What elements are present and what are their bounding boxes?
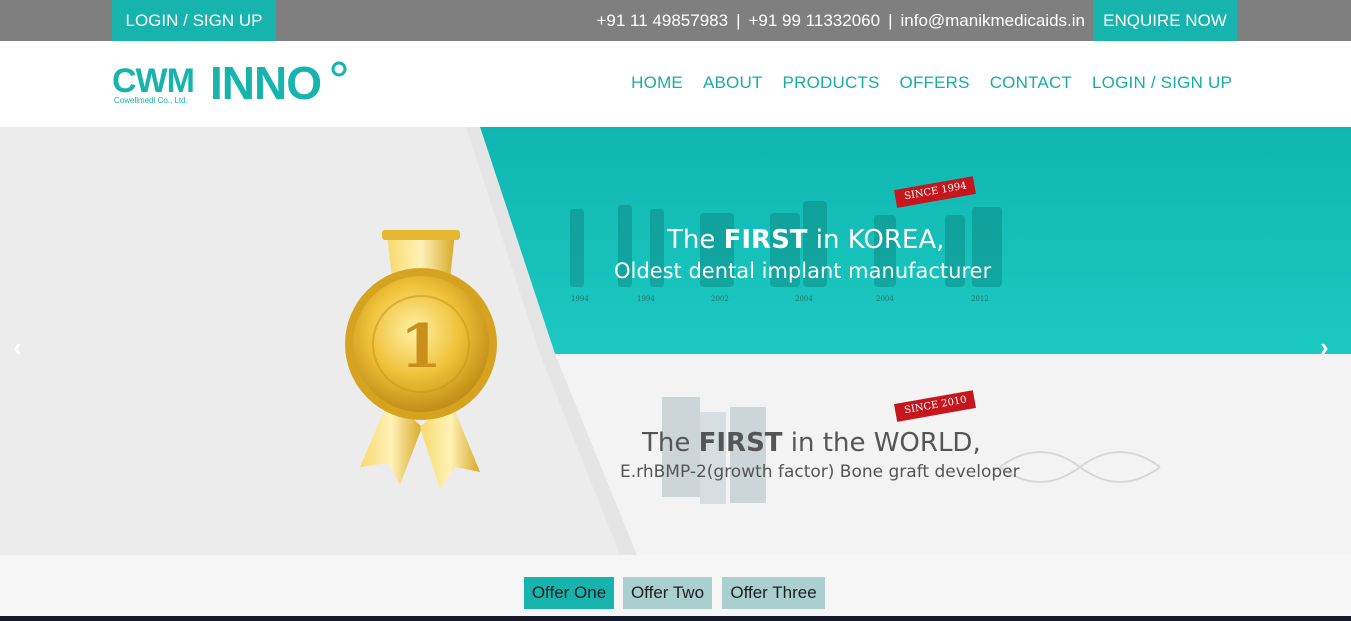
- headline-bold: FIRST: [723, 225, 808, 255]
- top-login-signup-button[interactable]: LOGIN / SIGN UP: [112, 0, 276, 41]
- separator: |: [736, 11, 741, 30]
- nav-offers[interactable]: OFFERS: [900, 73, 970, 93]
- headline-post: in the WORLD,: [782, 428, 981, 458]
- email-link[interactable]: info@manikmedicaids.in: [900, 11, 1085, 30]
- panel2-headline: The FIRST in the WORLD,: [642, 428, 981, 458]
- year-label: 1994: [637, 295, 655, 303]
- headline-bold: FIRST: [698, 428, 783, 458]
- nav-home[interactable]: HOME: [631, 73, 683, 93]
- top-bar: LOGIN / SIGN UP +91 11 49857983 | +91 99 1…: [0, 0, 1351, 41]
- year-label: 1994: [571, 295, 589, 303]
- nav-products[interactable]: PRODUCTS: [783, 73, 880, 93]
- year-label: 2012: [971, 295, 989, 303]
- cwm-inno-logo[interactable]: CWM Cowellmedi Co., Ltd. INNO: [112, 59, 352, 109]
- bottom-strip: [0, 616, 1351, 621]
- year-label: 2004: [795, 295, 813, 303]
- slider-next-arrow-icon[interactable]: ›: [1320, 332, 1329, 363]
- year-label: 2002: [711, 295, 729, 303]
- panel1-subheadline: Oldest dental implant manufacturer: [614, 259, 992, 283]
- nav-about[interactable]: ABOUT: [703, 73, 763, 93]
- logo-company-text: Cowellmedi Co., Ltd.: [114, 96, 188, 105]
- panel2-subheadline: E.rhBMP-2(growth factor) Bone graft deve…: [620, 462, 1020, 482]
- year-label: 2004: [876, 295, 894, 303]
- logo-cwm-text: CWM: [112, 62, 194, 100]
- enquire-now-button[interactable]: ENQUIRE NOW: [1093, 0, 1237, 41]
- slider-prev-arrow-icon[interactable]: ‹: [13, 332, 22, 363]
- panel1-headline: The FIRST in KOREA,: [667, 225, 944, 255]
- phone-1[interactable]: +91 11 49857983: [596, 11, 728, 30]
- headline-pre: The: [667, 225, 724, 255]
- hero-slider: 1 1994 1994 2002 2004 2004 2012 SINCE 19…: [0, 127, 1351, 555]
- site-header: CWM Cowellmedi Co., Ltd. INNO HOME ABOUT…: [0, 41, 1351, 127]
- slider-background: 1: [0, 127, 1351, 555]
- medal-number: 1: [400, 312, 442, 382]
- headline-pre: The: [642, 428, 699, 458]
- main-nav: HOME ABOUT PRODUCTS OFFERS CONTACT LOGIN…: [631, 73, 1232, 93]
- offers-tabs: Offer One Offer Two Offer Three: [0, 555, 1351, 616]
- tab-offer-one[interactable]: Offer One: [524, 577, 614, 609]
- logo-dot-icon: [331, 61, 347, 77]
- phone-2[interactable]: +91 99 11332060: [748, 11, 880, 30]
- nav-login-signup[interactable]: LOGIN / SIGN UP: [1092, 73, 1232, 93]
- contact-info: +91 11 49857983 | +91 99 11332060 | info@man…: [596, 0, 1085, 41]
- tab-offer-three[interactable]: Offer Three: [722, 577, 825, 609]
- logo-inno-text: INNO: [210, 59, 321, 109]
- tab-offer-two[interactable]: Offer Two: [623, 577, 712, 609]
- headline-post: in KOREA,: [807, 225, 945, 255]
- nav-contact[interactable]: CONTACT: [990, 73, 1072, 93]
- separator: |: [888, 11, 893, 30]
